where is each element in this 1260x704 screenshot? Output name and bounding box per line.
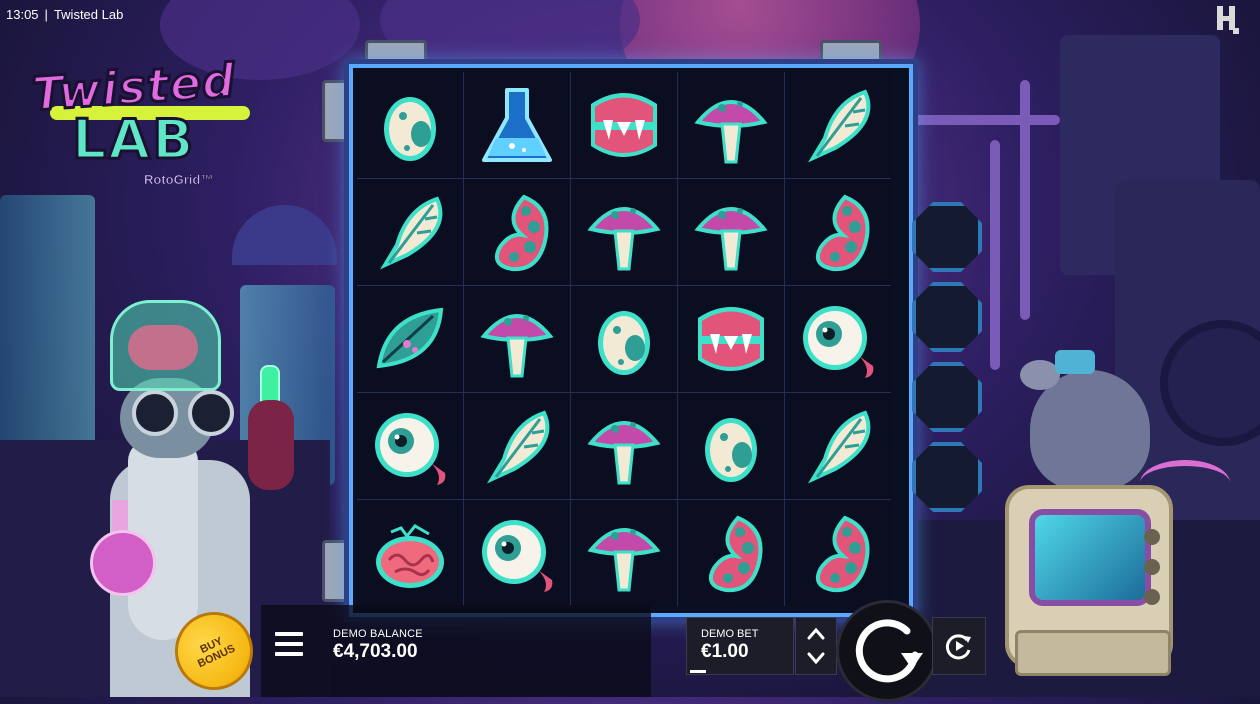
feather-icon	[379, 196, 443, 270]
logo-tagline: RotoGrid™	[144, 172, 214, 188]
eyeball-icon	[803, 306, 874, 378]
reel-cell	[464, 393, 570, 499]
reel-cell	[571, 72, 677, 178]
reel-cell	[464, 500, 570, 606]
frame-bracket	[820, 40, 882, 66]
reel-cell	[571, 500, 677, 606]
reel-cell	[678, 72, 784, 178]
tentacle-icon	[495, 194, 549, 272]
reel-cell	[464, 179, 570, 285]
reel-cell	[785, 500, 891, 606]
bet-value: €1.00	[701, 641, 749, 662]
clock-time: 13:05	[6, 7, 39, 22]
reel-cell	[678, 179, 784, 285]
reel-cell	[785, 179, 891, 285]
reel-cell	[785, 286, 891, 392]
mushroom-icon	[587, 528, 661, 592]
game-logo: Twisted LAB RotoGrid™	[29, 51, 272, 190]
tentacle-icon	[816, 194, 870, 272]
tentacle-icon	[816, 515, 870, 593]
tentacle-icon	[709, 515, 763, 593]
meter-slot	[912, 362, 982, 432]
reel-cell	[464, 72, 570, 178]
reel-cell	[571, 393, 677, 499]
frame-bracket	[365, 40, 427, 66]
scientist-brain	[128, 325, 198, 370]
balance-label: DEMO BALANCE	[333, 628, 423, 640]
mushroom-icon	[694, 100, 768, 164]
computer-knob	[1144, 559, 1160, 575]
lab-pipe	[990, 140, 1000, 370]
reel-cell	[678, 500, 784, 606]
frame-bracket	[322, 540, 350, 602]
feather-icon	[807, 89, 871, 163]
meter-slot	[912, 282, 982, 352]
lab-lamp	[232, 205, 337, 265]
scientist-glove	[248, 400, 294, 490]
meter-slot	[912, 442, 982, 512]
reel-frame	[349, 64, 913, 617]
bonus-meter	[908, 202, 982, 522]
reel-cell	[678, 393, 784, 499]
computer-screen	[1029, 509, 1151, 606]
provider-logo-icon	[1217, 6, 1239, 36]
mushroom-icon	[587, 207, 661, 271]
egg-icon	[705, 418, 757, 482]
goggle-icon	[188, 390, 234, 436]
autoplay-button[interactable]	[932, 617, 986, 675]
spin-button[interactable]	[836, 600, 938, 702]
hamburger-menu-icon[interactable]	[275, 632, 303, 656]
egg-icon	[598, 311, 650, 375]
computer-knob	[1144, 529, 1160, 545]
reel-cell	[357, 393, 463, 499]
fangs-icon	[698, 307, 764, 371]
lab-pipe	[1020, 80, 1030, 320]
bet-decrease-chevron-down-icon[interactable]	[806, 648, 826, 668]
egg-icon	[384, 97, 436, 161]
feather-icon	[807, 410, 871, 484]
status-separator: |	[44, 7, 48, 22]
meter-slot	[912, 202, 982, 272]
refresh-arrow-icon	[855, 619, 923, 683]
status-bar: 13:05 | Twisted Lab	[6, 7, 123, 22]
reel-cell	[357, 179, 463, 285]
frame-bracket	[322, 80, 350, 142]
reel-cell	[357, 500, 463, 606]
eyeball-icon	[482, 520, 553, 592]
bottom-hud	[261, 605, 651, 697]
reel-cell	[571, 286, 677, 392]
reel-cell	[571, 179, 677, 285]
flask-icon	[482, 88, 552, 162]
bet-label: DEMO BET	[701, 628, 759, 640]
logo-word-lab: LAB	[70, 107, 196, 173]
reel-cell	[678, 286, 784, 392]
reel-grid	[357, 72, 891, 606]
balance-value: €4,703.00	[333, 641, 418, 662]
rat-helmet	[1055, 350, 1095, 374]
leaf-icon	[376, 307, 444, 369]
bet-adjust	[795, 617, 837, 675]
goggle-icon	[132, 390, 178, 436]
computer-knob	[1144, 589, 1160, 605]
reel-cell	[464, 286, 570, 392]
rat-ear	[1020, 360, 1060, 390]
potion-flask-icon	[90, 500, 156, 596]
brain-icon	[376, 524, 444, 588]
feather-icon	[486, 410, 550, 484]
bet-indicator	[690, 670, 706, 673]
lab-pipe	[910, 115, 1060, 125]
reel-cell	[785, 72, 891, 178]
mushroom-icon	[587, 421, 661, 485]
mushroom-icon	[694, 207, 768, 271]
eyeball-icon	[375, 413, 446, 485]
reel-cell	[357, 286, 463, 392]
reel-cell	[785, 393, 891, 499]
reel-cell	[357, 72, 463, 178]
autoplay-icon	[945, 634, 971, 660]
game-title: Twisted Lab	[53, 7, 124, 22]
mushroom-icon	[480, 314, 554, 378]
fangs-icon	[591, 93, 657, 157]
computer-keyboard	[1015, 630, 1171, 676]
bet-increase-chevron-up-icon[interactable]	[806, 624, 826, 644]
